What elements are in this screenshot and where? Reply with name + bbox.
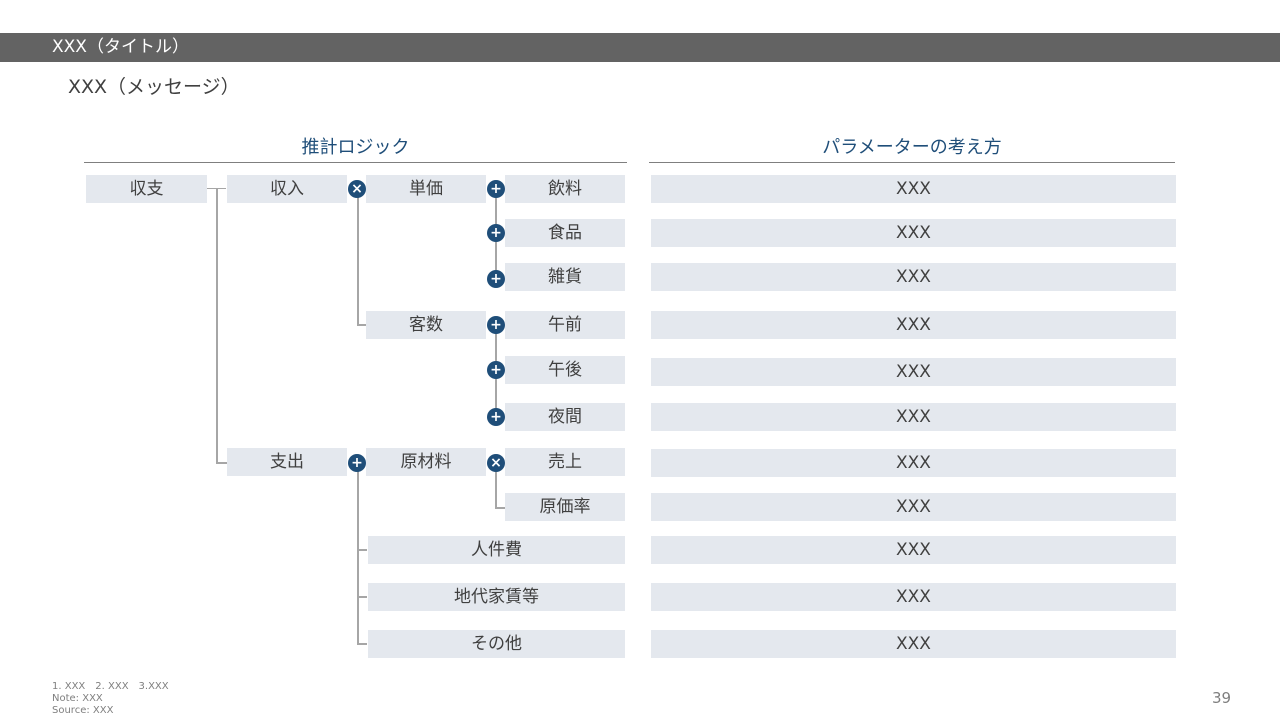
- plus-icon: +: [487, 224, 505, 242]
- param-rent: XXX: [651, 583, 1176, 611]
- connector-labor: [357, 549, 367, 551]
- param-cost-rate: XXX: [651, 493, 1176, 521]
- node-food: 食品: [505, 219, 625, 247]
- node-afternoon: 午後: [505, 356, 625, 384]
- node-labor: 人件費: [368, 536, 625, 564]
- param-night: XXX: [651, 403, 1176, 431]
- param-drinks: XXX: [651, 175, 1176, 203]
- node-customers: 客数: [366, 311, 486, 339]
- plus-icon: +: [487, 361, 505, 379]
- footnote-note: Note: XXX: [52, 693, 103, 704]
- param-other: XXX: [651, 630, 1176, 658]
- node-income: 収入: [227, 175, 347, 203]
- page-number: 39: [1212, 689, 1232, 707]
- node-drinks: 飲料: [505, 175, 625, 203]
- node-other: その他: [368, 630, 625, 658]
- node-unit-price: 単価: [366, 175, 486, 203]
- times-icon: ×: [487, 454, 505, 472]
- node-raw-materials: 原材料: [366, 448, 486, 476]
- node-morning: 午前: [505, 311, 625, 339]
- footnote-numbered: 1. XXX 2. XXX 3.XXX: [52, 681, 169, 692]
- connector-other: [357, 643, 367, 645]
- node-rent: 地代家賃等: [368, 583, 625, 611]
- node-night: 夜間: [505, 403, 625, 431]
- node-goods: 雑貨: [505, 263, 625, 291]
- plus-icon: +: [487, 316, 505, 334]
- plus-icon: +: [487, 270, 505, 288]
- plus-icon: +: [348, 454, 366, 472]
- slide-message: XXX（メッセージ）: [68, 76, 240, 98]
- node-balance: 収支: [86, 175, 207, 203]
- node-cost-rate: 原価率: [505, 493, 625, 521]
- logic-header: 推計ロジック: [84, 136, 627, 163]
- times-icon: ×: [348, 180, 366, 198]
- connector-rent: [357, 596, 367, 598]
- footnotes: 1. XXX 2. XXX 3.XXX Note: XXX Source: XX…: [52, 681, 169, 717]
- param-afternoon: XXX: [651, 358, 1176, 386]
- param-sales: XXX: [651, 449, 1176, 477]
- connector-root-expense: [216, 188, 228, 464]
- plus-icon: +: [487, 408, 505, 426]
- params-header: パラメーターの考え方: [649, 136, 1175, 163]
- plus-icon: +: [487, 180, 505, 198]
- param-goods: XXX: [651, 263, 1176, 291]
- connector-expense: [357, 471, 361, 644]
- param-labor: XXX: [651, 536, 1176, 564]
- connector-income-customers: [357, 197, 368, 326]
- node-sales: 売上: [505, 448, 625, 476]
- param-food: XXX: [651, 219, 1176, 247]
- node-expense: 支出: [227, 448, 347, 476]
- footnote-source: Source: XXX: [52, 705, 114, 716]
- slide-title: XXX（タイトル）: [0, 33, 1280, 62]
- param-morning: XXX: [651, 311, 1176, 339]
